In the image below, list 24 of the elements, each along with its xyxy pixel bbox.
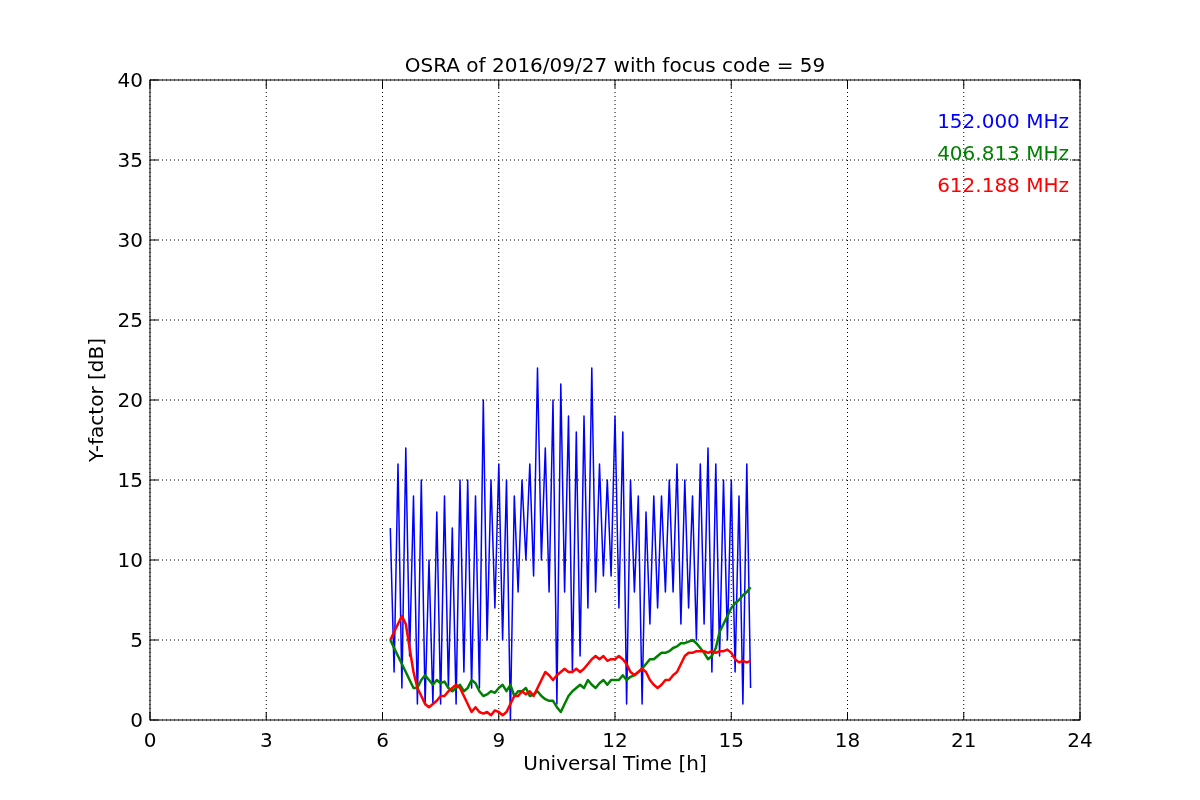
y-tick-label: 20 <box>117 388 143 412</box>
x-tick-label: 18 <box>834 728 861 752</box>
y-tick-label: 15 <box>117 468 143 492</box>
x-tick-label: 6 <box>376 728 389 752</box>
y-tick-label: 35 <box>117 148 143 172</box>
legend-label: 152.000 MHz <box>937 109 1069 133</box>
x-tick-label: 0 <box>143 728 157 752</box>
legend-label: 612.188 MHz <box>937 173 1069 197</box>
y-tick-label: 10 <box>117 548 143 572</box>
x-tick-label: 12 <box>602 728 628 752</box>
x-axis-label: Universal Time [h] <box>523 751 707 775</box>
x-tick-label: 24 <box>1067 728 1093 752</box>
y-tick-label: 40 <box>117 68 143 92</box>
x-tick-label: 9 <box>492 728 506 752</box>
x-tick-label: 21 <box>951 728 977 752</box>
y-tick-label: 30 <box>117 228 143 252</box>
x-tick-label: 15 <box>718 728 744 752</box>
y-tick-label: 25 <box>117 308 143 332</box>
chart-title: OSRA of 2016/09/27 with focus code = 59 <box>404 53 826 77</box>
legend-label: 406.813 MHz <box>937 141 1069 165</box>
y-tick-label: 5 <box>130 628 143 652</box>
y-tick-label: 0 <box>130 708 143 732</box>
y-axis-label: Y-factor [dB] <box>84 338 108 462</box>
x-tick-label: 3 <box>259 728 273 752</box>
